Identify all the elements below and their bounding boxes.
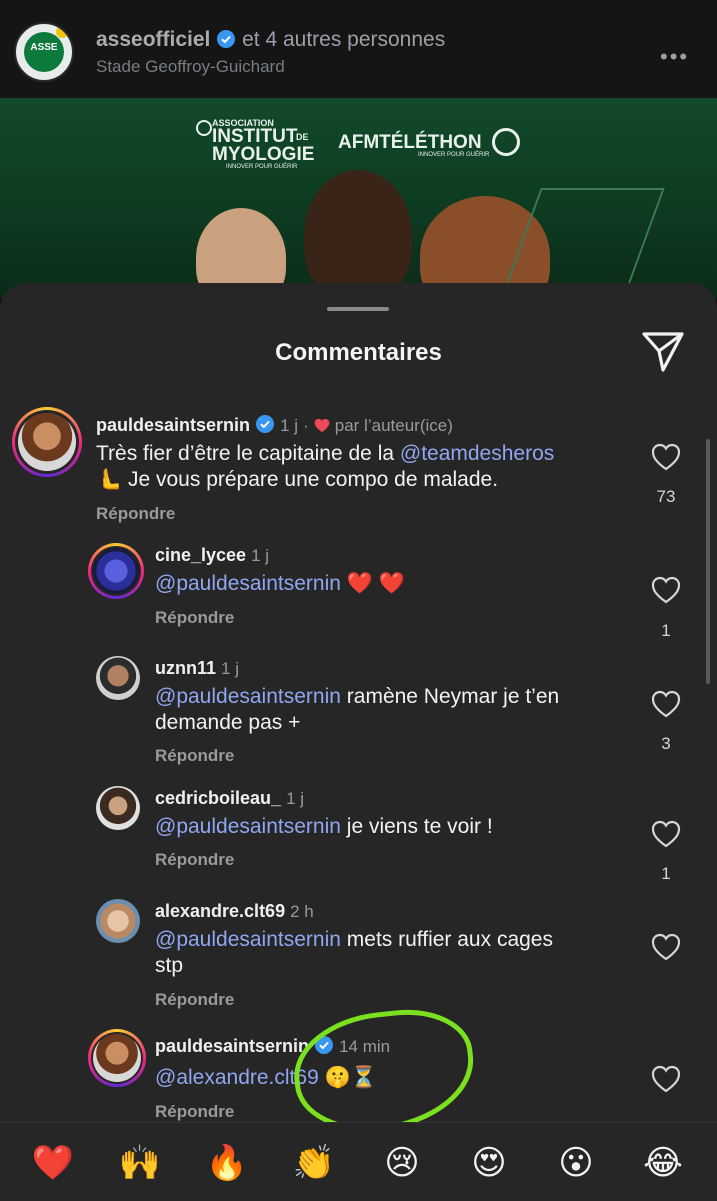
avatar[interactable] [12, 407, 82, 477]
reply-button[interactable]: Répondre [155, 746, 234, 766]
emoji-fire-button[interactable]: 🔥 [200, 1143, 254, 1183]
logo1-tagline: INNOVER POUR GUÉRIR [226, 164, 298, 170]
like-heart-icon[interactable] [651, 933, 681, 961]
comment-text: @pauldesaintsernin je viens te voir ! [155, 814, 635, 840]
like-heart-icon[interactable] [651, 576, 681, 604]
like-count[interactable]: 1 [646, 621, 686, 641]
player-photo-center [304, 170, 412, 298]
post-image[interactable]: ASSOCIATION INSTITUT DE MYOLOGIE INNOVER… [0, 98, 717, 298]
liked-by-author-heart-icon [314, 418, 330, 433]
comment-text-part: ramène Neymar je t’en [340, 685, 560, 708]
logo1-de: DE [296, 132, 309, 142]
reply-button[interactable]: Répondre [155, 608, 234, 628]
post-author-line: asseofficiel et 4 autres personnes [96, 28, 445, 52]
logo2-tagline: INNOVER POUR GUÉRIR [418, 152, 490, 158]
comment-time: 1 j [221, 659, 239, 678]
logo1-myologie: MYOLOGIE [212, 144, 315, 165]
comment-text-line2: 🫷 Je vous prépare une compo de malade. [96, 468, 499, 491]
comment-text: Très fier d’être le capitaine de la @tea… [96, 441, 636, 493]
comment-reply: cedricboileau_ 1 j @pauldesaintsernin je… [0, 784, 717, 884]
comment-reply: cine_lycee 1 j @pauldesaintsernin ❤️ ❤️ … [0, 540, 717, 640]
comment-header: alexandre.clt69 2 h [155, 901, 314, 922]
coauthors-text[interactable]: et 4 autres personnes [242, 28, 445, 51]
more-options-button[interactable]: ••• [660, 44, 689, 70]
comment-username[interactable]: alexandre.clt69 [155, 901, 285, 921]
comment: pauldesaintsernin 1 j · par l’auteur(ice… [0, 405, 717, 530]
liked-by-author-label: par l’auteur(ice) [334, 416, 453, 435]
emoji-reaction-bar: ❤️ 🙌 🔥 👏 😢 😍 😮 😂 [0, 1122, 717, 1201]
comment-text-part: ❤️ ❤️ [340, 572, 405, 595]
comment-username[interactable]: uznn11 [155, 658, 216, 678]
emoji-heart-eyes-button[interactable]: 😍 [462, 1143, 516, 1183]
verified-badge-icon [217, 30, 236, 48]
emoji-clapping-button[interactable]: 👏 [287, 1143, 341, 1183]
comment-time: 1 j [280, 416, 299, 435]
story-badge [56, 26, 68, 38]
comment-text: @pauldesaintsernin mets ruffier aux cage… [155, 927, 635, 979]
mention-link[interactable]: @pauldesaintsernin [155, 685, 341, 708]
logo1-figure-icon [196, 120, 212, 136]
like-count[interactable]: 1 [646, 864, 686, 884]
club-crest-text: ASSE [30, 42, 58, 53]
club-avatar[interactable]: ASSE [14, 22, 74, 82]
avatar[interactable] [88, 1029, 146, 1087]
emoji-surprised-button[interactable]: 😮 [549, 1143, 603, 1183]
comment-text-part: Très fier d’être le capitaine de la [96, 442, 400, 465]
separator-dot: · [303, 416, 309, 435]
like-heart-icon[interactable] [651, 820, 681, 848]
emoji-heart-button[interactable]: ❤️ [26, 1143, 80, 1183]
logo2-name: AFMTÉLÉTHON [338, 132, 482, 153]
comment-username[interactable]: cine_lycee [155, 545, 246, 565]
comment-text-part: mets ruffier aux cages [340, 928, 553, 951]
comment-header: cedricboileau_ 1 j [155, 788, 304, 809]
emoji-raised-hands-button[interactable]: 🙌 [113, 1143, 167, 1183]
avatar[interactable] [96, 899, 140, 943]
comment-text: @pauldesaintsernin ramène Neymar je t’en… [155, 684, 635, 736]
sun-icon [492, 128, 520, 156]
comment-username[interactable]: cedricboileau_ [155, 788, 281, 808]
comment-time: 1 j [286, 789, 305, 808]
reply-button[interactable]: Répondre [155, 990, 234, 1010]
verified-badge-icon [256, 415, 275, 433]
comment-time: 1 j [251, 546, 270, 565]
comment-header: uznn11 1 j [155, 658, 239, 679]
comment-text-part: je viens te voir ! [340, 815, 493, 838]
reply-button[interactable]: Répondre [155, 850, 234, 870]
like-heart-icon[interactable] [651, 1065, 681, 1093]
comment-username[interactable]: pauldesaintsernin [155, 1036, 309, 1056]
post-header: ASSE asseofficiel et 4 autres personnes … [0, 0, 717, 98]
mention-link[interactable]: @pauldesaintsernin [155, 572, 341, 595]
mention-link[interactable]: @pauldesaintsernin [155, 928, 341, 951]
share-icon[interactable] [641, 331, 685, 373]
avatar[interactable] [88, 543, 144, 599]
comment-header: pauldesaintsernin 1 j · par l’auteur(ice… [96, 414, 453, 436]
comment-text: @pauldesaintsernin ❤️ ❤️ [155, 571, 635, 597]
comment-username[interactable]: pauldesaintsernin [96, 415, 250, 435]
avatar[interactable] [96, 786, 140, 830]
emoji-crying-button[interactable]: 😢 [375, 1143, 429, 1183]
comment-header: cine_lycee 1 j [155, 545, 269, 566]
comment-text-line2: stp [155, 954, 184, 977]
mention-link[interactable]: @pauldesaintsernin [155, 815, 341, 838]
like-heart-icon[interactable] [651, 443, 681, 471]
like-count[interactable]: 73 [646, 487, 686, 507]
like-heart-icon[interactable] [651, 690, 681, 718]
post-location[interactable]: Stade Geoffroy-Guichard [96, 57, 285, 77]
drag-handle[interactable] [327, 307, 389, 311]
comment-time: 2 h [290, 902, 314, 921]
mention-link[interactable]: @teamdesheros [400, 442, 554, 465]
comment-reply: uznn11 1 j @pauldesaintsernin ramène Ney… [0, 652, 717, 772]
reply-button[interactable]: Répondre [96, 504, 175, 524]
emoji-joy-button[interactable]: 😂 [636, 1143, 690, 1183]
post-author-username[interactable]: asseofficiel [96, 28, 210, 51]
comment-text-line2: demande pas + [155, 711, 301, 734]
like-count[interactable]: 3 [646, 734, 686, 754]
goal-net [499, 188, 665, 298]
avatar[interactable] [96, 656, 140, 700]
comment-reply: alexandre.clt69 2 h @pauldesaintsernin m… [0, 896, 717, 1016]
reply-button[interactable]: Répondre [155, 1102, 234, 1122]
sheet-title: Commentaires [275, 339, 442, 366]
